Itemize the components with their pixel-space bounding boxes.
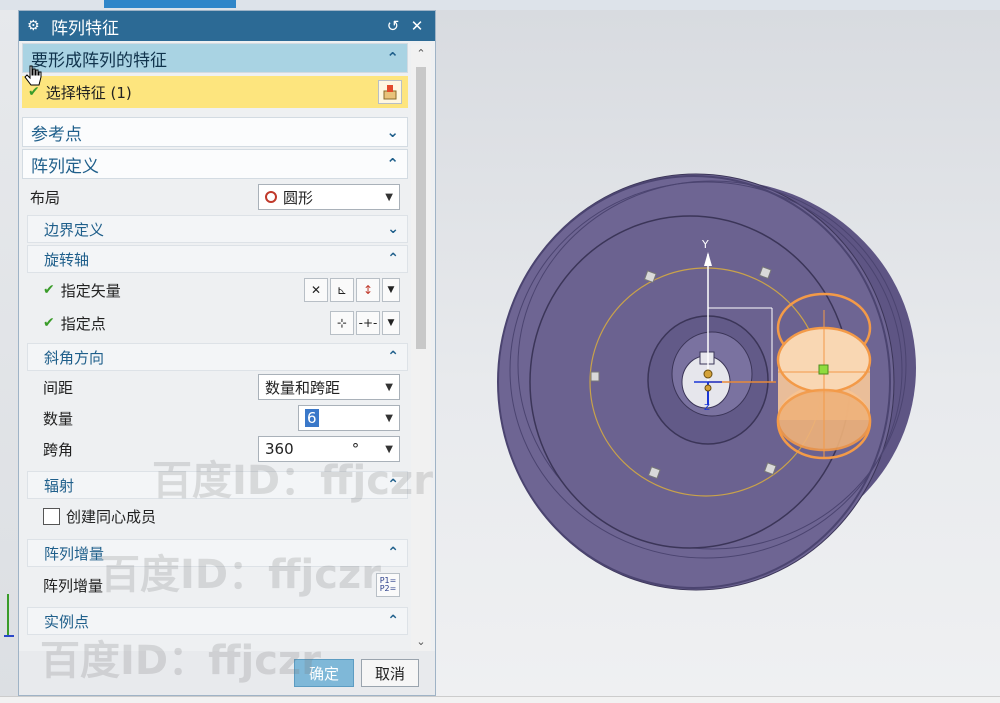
axis-y-label: Y — [701, 238, 709, 251]
section-definition-label: 阵列定义 — [31, 156, 99, 177]
point-snap-icon[interactable]: -+- — [356, 311, 380, 335]
span-angle-label: 跨角 — [43, 440, 74, 459]
increment-row-label: 阵列增量 — [43, 576, 104, 595]
vector-constructor-icon[interactable]: ⊾ — [330, 278, 354, 302]
close-icon[interactable]: ✕ — [407, 17, 427, 35]
chevron-down-icon[interactable]: ⌄ — [386, 123, 399, 141]
select-feature-label: 选择特征 (1) — [45, 83, 132, 102]
span-angle-value: 360 — [265, 440, 294, 458]
spacing-value: 数量和跨距 — [265, 378, 341, 397]
radiate-label: 辐射 — [44, 476, 75, 495]
layout-dropdown[interactable]: 圆形 ▼ — [258, 184, 400, 210]
rotation-axis-label: 旋转轴 — [44, 250, 90, 269]
reset-icon[interactable]: ↺ — [383, 17, 403, 35]
instance-point-header[interactable]: 实例点 ⌃ — [27, 607, 408, 635]
specify-point-label: 指定点 — [60, 314, 106, 333]
layout-label: 布局 — [30, 188, 61, 207]
pattern-marker — [590, 371, 600, 382]
spacing-row: 间距 数量和跨距 ▼ — [27, 371, 408, 403]
vector-options-dropdown[interactable]: ▼ — [382, 278, 400, 302]
scroll-up-icon[interactable]: ⌃ — [411, 45, 431, 63]
chevron-up-icon[interactable]: ⌃ — [387, 349, 399, 365]
concentric-label: 创建同心成员 — [66, 507, 157, 526]
dialog-scrollbar[interactable]: ⌃ ⌄ — [411, 45, 431, 651]
spacing-label: 间距 — [43, 378, 74, 397]
graphics-viewport[interactable]: Y z — [436, 10, 1000, 696]
concentric-row: 创建同心成员 — [27, 499, 408, 533]
boundary-label: 边界定义 — [44, 220, 105, 239]
cancel-button[interactable]: 取消 — [361, 659, 419, 687]
hand-cursor-icon — [24, 65, 42, 86]
reverse-direction-icon[interactable]: ↕ — [356, 278, 380, 302]
scroll-thumb[interactable] — [416, 67, 426, 349]
chevron-up-icon[interactable]: ⌃ — [387, 477, 399, 493]
part-model: Y z — [497, 173, 916, 591]
top-tab-strip — [0, 0, 1000, 10]
rotation-axis-header[interactable]: 旋转轴 ⌃ — [27, 245, 408, 273]
chevron-up-icon[interactable]: ⌃ — [387, 613, 399, 629]
chevron-up-icon[interactable]: ⌃ — [386, 49, 399, 67]
radiate-header[interactable]: 辐射 ⌃ — [27, 471, 408, 499]
degree-unit: ° — [351, 440, 360, 458]
concentric-checkbox[interactable] — [43, 507, 60, 525]
specify-vector-label: 指定矢量 — [60, 281, 121, 300]
vector-dialog-icon[interactable]: ✕ — [304, 278, 328, 302]
instance-point-label: 实例点 — [44, 612, 90, 631]
feature-finder-icon[interactable] — [378, 80, 402, 104]
gear-icon[interactable]: ⚙ — [27, 18, 43, 34]
status-bar — [0, 696, 1000, 703]
parameter-list-icon[interactable]: P1= P2= — [376, 573, 400, 597]
section-reference-header[interactable]: 参考点 ⌄ — [22, 117, 408, 147]
keyway — [699, 351, 715, 365]
ok-button[interactable]: 确定 — [294, 659, 354, 687]
section-features-label: 要形成阵列的特征 — [31, 50, 167, 71]
count-input[interactable]: 6 ▼ — [298, 405, 400, 431]
caret-down-icon: ▼ — [385, 191, 393, 203]
chevron-up-icon[interactable]: ⌃ — [387, 545, 399, 561]
point-dialog-icon[interactable]: ⊹ — [330, 311, 354, 335]
span-angle-row: 跨角 360 ° ▼ — [27, 433, 408, 465]
dialog-content: 要形成阵列的特征 ⌃ ✔ 选择特征 (1) 参考点 ⌄ 阵列定义 ⌃ 布局 圆形… — [22, 43, 408, 653]
caret-down-icon: ▼ — [385, 381, 393, 393]
spacing-dropdown[interactable]: 数量和跨距 ▼ — [258, 374, 400, 400]
feature-origin-marker — [818, 364, 829, 375]
chevron-up-icon[interactable]: ⌃ — [387, 251, 399, 267]
section-features-header[interactable]: 要形成阵列的特征 ⌃ — [22, 43, 408, 73]
angle-direction-header[interactable]: 斜角方向 ⌃ — [27, 343, 408, 371]
increment-header[interactable]: 阵列增量 ⌃ — [27, 539, 408, 567]
layout-row: 布局 圆形 ▼ — [22, 179, 408, 215]
section-definition-header[interactable]: 阵列定义 ⌃ — [22, 149, 408, 179]
specify-point-row: ✔ 指定点 ⊹ -+- ▼ — [27, 307, 408, 339]
count-row: 数量 6 ▼ — [27, 403, 408, 433]
angle-direction-label: 斜角方向 — [44, 348, 105, 367]
check-icon: ✔ — [43, 282, 55, 298]
dialog-title: 阵列特征 — [51, 18, 119, 39]
specify-vector-row: ✔ 指定矢量 ✕ ⊾ ↕ ▼ — [27, 273, 408, 307]
count-label: 数量 — [43, 409, 74, 428]
active-tab-indicator[interactable] — [104, 0, 236, 8]
chevron-up-icon[interactable]: ⌃ — [386, 155, 399, 173]
axis-z-label: z — [704, 400, 710, 413]
chevron-down-icon[interactable]: ⌄ — [387, 221, 399, 237]
caret-down-icon: ▼ — [385, 443, 393, 455]
point-options-dropdown[interactable]: ▼ — [382, 311, 400, 335]
boundary-header[interactable]: 边界定义 ⌄ — [27, 215, 408, 243]
increment-row: 阵列增量 P1= P2= — [27, 567, 408, 603]
view-triad-icon — [4, 594, 14, 637]
circle-icon — [265, 191, 277, 203]
caret-down-icon: ▼ — [385, 412, 393, 424]
scroll-down-icon[interactable]: ⌄ — [411, 633, 431, 651]
span-angle-input[interactable]: 360 ° ▼ — [258, 436, 400, 462]
dialog-footer: 确定 取消 — [19, 651, 435, 695]
pattern-feature-dialog: ⚙ 阵列特征 ↺ ✕ 要形成阵列的特征 ⌃ ✔ 选择特征 (1) 参考点 ⌄ 阵… — [18, 10, 436, 696]
check-icon: ✔ — [43, 315, 55, 331]
section-reference-label: 参考点 — [31, 124, 82, 145]
select-feature-row[interactable]: ✔ 选择特征 (1) — [22, 76, 408, 108]
dialog-titlebar: ⚙ 阵列特征 ↺ ✕ — [19, 11, 435, 41]
increment-label: 阵列增量 — [44, 544, 105, 563]
layout-value: 圆形 — [283, 188, 314, 207]
count-value: 6 — [305, 409, 319, 427]
